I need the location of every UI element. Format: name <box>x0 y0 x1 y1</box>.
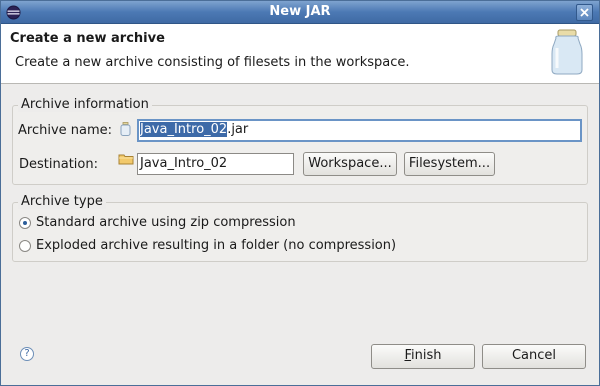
destination-input[interactable]: Java_Intro_02 <box>137 153 294 175</box>
finish-button[interactable]: Finish <box>371 344 475 369</box>
jar-file-icon <box>120 122 131 136</box>
wizard-banner: Create a new archive Create a new archiv… <box>1 24 599 84</box>
archive-type-group: Archive type <box>12 194 588 262</box>
banner-description: Create a new archive consisting of files… <box>15 55 410 70</box>
archive-information-group: Archive information <box>12 97 588 185</box>
archive-name-input[interactable]: Java_Intro_02.jar <box>137 119 582 142</box>
archive-information-legend: Archive information <box>18 97 152 112</box>
filesystem-button[interactable]: Filesystem... <box>404 152 495 176</box>
finish-label: inish <box>411 348 442 363</box>
archive-name-label: Archive name: <box>18 123 113 138</box>
standard-archive-radio[interactable] <box>19 217 31 229</box>
archive-type-legend: Archive type <box>18 194 106 209</box>
exploded-archive-radio[interactable] <box>19 240 31 252</box>
workspace-button[interactable]: Workspace... <box>303 152 397 176</box>
window-title: New JAR <box>269 4 331 19</box>
archive-name-selected-text: Java_Intro_02 <box>140 122 228 137</box>
folder-icon <box>118 154 134 165</box>
destination-label: Destination: <box>19 157 98 172</box>
help-icon[interactable]: ? <box>20 347 34 361</box>
title-bar[interactable]: New JAR <box>1 1 599 24</box>
new-jar-dialog: New JAR Create a new archive Create a ne… <box>0 0 600 386</box>
banner-title: Create a new archive <box>10 31 165 46</box>
jar-icon <box>551 29 583 75</box>
standard-archive-label[interactable]: Standard archive using zip compression <box>36 215 296 230</box>
exploded-archive-label[interactable]: Exploded archive resulting in a folder (… <box>36 238 396 253</box>
archive-name-suffix: .jar <box>227 122 249 137</box>
cancel-button[interactable]: Cancel <box>482 344 586 369</box>
close-button[interactable] <box>576 4 593 21</box>
close-icon <box>580 8 589 17</box>
